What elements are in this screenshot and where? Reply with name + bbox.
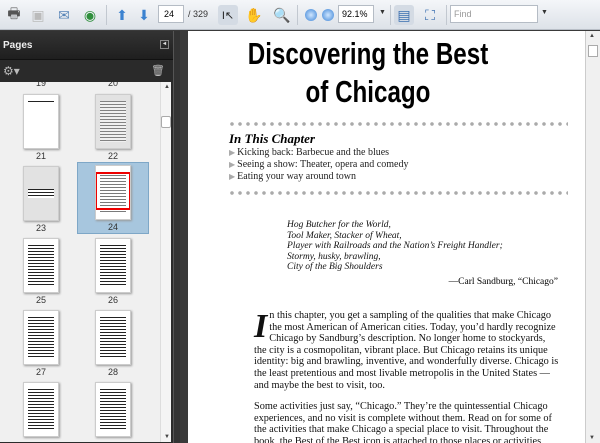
thumb-label: 28 bbox=[107, 367, 118, 377]
pages-panel: Pages ◂ ⚙▾ 🗑 19 20 21 22 23 24 25 26 27 … bbox=[0, 31, 173, 443]
find-input[interactable]: Find bbox=[450, 5, 538, 23]
next-page-icon[interactable]: ⬇ bbox=[134, 5, 154, 25]
save-icon[interactable]: ▣ bbox=[28, 5, 48, 25]
page-thumbnail-23[interactable]: 23 bbox=[5, 164, 77, 236]
page-thumbnail-21[interactable]: 21 bbox=[5, 92, 77, 164]
page-thumbnail-30[interactable] bbox=[77, 380, 149, 442]
zoom-in-icon[interactable] bbox=[322, 9, 334, 21]
thumb-label: 20 bbox=[108, 82, 119, 88]
bullet-item: ▶ Kicking back: Barbecue and the blues bbox=[229, 147, 390, 158]
page-thumbnail-26[interactable]: 26 bbox=[77, 236, 149, 308]
body-paragraph: Some activities just say, “Chicago.” The… bbox=[254, 401, 552, 443]
thumbnail-list: 19 20 21 22 23 24 25 26 27 28 ▲ ▼ bbox=[0, 82, 171, 442]
print-icon[interactable]: 🖶 bbox=[4, 5, 24, 25]
collapse-panel-icon[interactable]: ◂ bbox=[160, 40, 169, 49]
thumb-label: 24 bbox=[107, 222, 118, 232]
pdf-page: Discovering the Best of Chicago In This C… bbox=[188, 31, 585, 443]
bullet-item: ▶ Eating your way around town bbox=[229, 171, 357, 182]
page-thumbnail-22[interactable]: 22 bbox=[77, 92, 149, 164]
page-thumbnail-24[interactable]: 24 bbox=[77, 162, 149, 234]
page-number-input[interactable]: 24 bbox=[158, 5, 184, 23]
page-total: / 329 bbox=[188, 9, 209, 19]
toolbar: 🖶 ▣ ✉ ◉ ⬆ ⬇ 24 / 329 I↖ ✋ 🔍 92.1% ▼ ▤ ⛶ … bbox=[0, 0, 600, 30]
viewport-indicator[interactable] bbox=[96, 172, 130, 210]
panel-title: Pages bbox=[3, 40, 33, 51]
fit-width-icon[interactable]: ▤ bbox=[394, 5, 414, 25]
page-thumbnail-29[interactable] bbox=[5, 380, 77, 442]
bullet-item: ▶ Seeing a show: Theater, opera and comed… bbox=[229, 159, 409, 170]
body-paragraph: In this chapter, you get a sampling of t… bbox=[254, 308, 559, 391]
options-gear-icon[interactable]: ⚙▾ bbox=[3, 64, 20, 78]
email-icon[interactable]: ✉ bbox=[54, 5, 74, 25]
panel-splitter[interactable] bbox=[173, 31, 180, 443]
zoom-level-input[interactable]: 92.1% bbox=[338, 5, 374, 23]
dotted-divider bbox=[228, 122, 568, 126]
page-thumbnail-28[interactable]: 28 bbox=[77, 308, 149, 380]
marquee-zoom-icon[interactable]: 🔍 bbox=[272, 5, 292, 25]
zoom-out-icon[interactable] bbox=[305, 9, 317, 21]
chapter-heading: In This Chapter bbox=[229, 131, 315, 146]
fit-page-icon[interactable]: ⛶ bbox=[420, 5, 440, 25]
thumb-label: 25 bbox=[35, 295, 46, 305]
select-tool-icon[interactable]: I↖ bbox=[218, 5, 238, 25]
thumbnail-scrollbar[interactable]: ▲ ▼ bbox=[160, 82, 171, 442]
document-scrollbar[interactable]: ▲ ▼ bbox=[585, 31, 600, 443]
thumb-label: 26 bbox=[107, 295, 118, 305]
dotted-divider bbox=[228, 191, 568, 195]
page-thumbnail-27[interactable]: 27 bbox=[5, 308, 77, 380]
thumb-label: 19 bbox=[36, 82, 47, 88]
find-dropdown-icon[interactable]: ▼ bbox=[541, 9, 548, 16]
page-thumbnail-25[interactable]: 25 bbox=[5, 236, 77, 308]
epigraph: Hog Butcher for the World, Tool Maker, St… bbox=[287, 220, 503, 273]
chapter-title: Discovering the Best of Chicago bbox=[247, 36, 489, 109]
share-globe-icon[interactable]: ◉ bbox=[80, 5, 100, 25]
previous-page-icon[interactable]: ⬆ bbox=[112, 5, 132, 25]
document-view: Discovering the Best of Chicago In This C… bbox=[180, 31, 585, 443]
delete-trash-icon[interactable]: 🗑 bbox=[151, 64, 165, 77]
hand-tool-icon[interactable]: ✋ bbox=[244, 5, 264, 25]
thumb-label: 21 bbox=[35, 151, 46, 161]
thumb-label: 27 bbox=[35, 367, 46, 377]
thumb-label: 22 bbox=[107, 151, 118, 161]
thumb-label: 23 bbox=[35, 223, 46, 233]
epigraph-attribution: —Carl Sandburg, “Chicago” bbox=[448, 277, 558, 287]
zoom-dropdown-icon[interactable]: ▼ bbox=[379, 9, 386, 16]
